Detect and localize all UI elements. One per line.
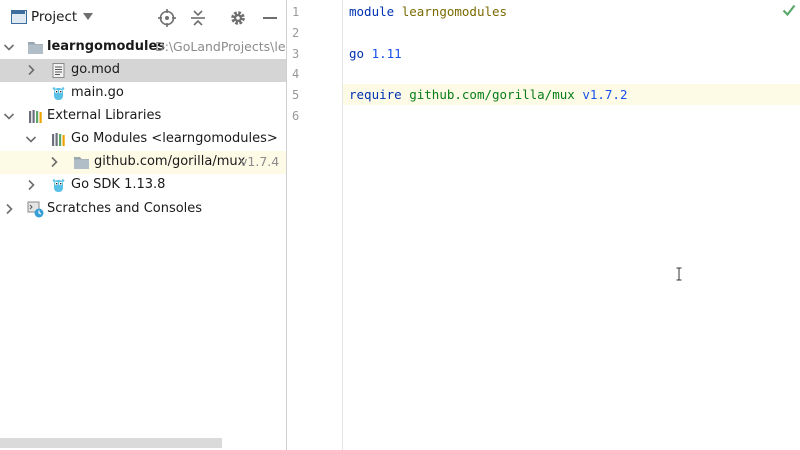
go-version: 1.11 [371,46,402,61]
code-line-5[interactable]: require github.com/gorilla/mux v1.7.2 [349,87,627,102]
tree-item-label: Scratches and Consoles [47,201,203,216]
expand-arrow-right-icon[interactable] [3,203,15,215]
tree-item-go-mod[interactable]: go.mod [0,59,286,82]
tree-item-label: go.mod [71,62,120,77]
gopher-icon [50,85,67,102]
folder-icon [27,39,44,56]
folder-icon [73,154,90,171]
require-keyword: require [349,87,402,102]
tree-item-go-modules[interactable]: Go Modules <learngomodules> [0,128,286,151]
module-name: learngomodules [401,4,508,19]
expand-arrow-right-icon[interactable] [25,179,37,191]
project-view-title[interactable]: Project [31,9,77,25]
code-editor[interactable] [287,0,800,450]
tree-item-label: learngomodules [47,39,165,54]
gopher-icon [50,177,67,194]
expand-arrow-down-icon[interactable] [3,41,15,53]
collapse-all-icon[interactable] [188,8,208,28]
tree-item-go-sdk[interactable]: Go SDK 1.13.8 [0,174,286,197]
project-view-icon [11,10,27,24]
project-tool-window-header: Project [0,0,286,36]
expand-arrow-down-icon[interactable] [3,110,15,122]
scratches-icon [27,201,44,218]
module-version: v1.7.2 [582,87,628,102]
tree-item-label: Go Modules <learngomodules> [71,131,278,146]
tree-item-external-libraries[interactable]: External Libraries [0,105,286,128]
text-cursor-icon [675,267,683,281]
go-mod-file-icon [50,62,67,79]
go-keyword: go [349,46,365,61]
tree-item-label: External Libraries [47,108,162,123]
gear-icon[interactable] [228,8,248,28]
library-icon [27,108,44,125]
tree-item-label: main.go [71,85,124,100]
code-line-1[interactable]: module learngomodules [349,4,507,19]
project-tool-window: Project learngomodules D:\GoLandProjects… [0,0,293,450]
minimize-icon[interactable] [260,8,280,28]
library-icon [50,131,67,148]
module-path: github.com/gorilla/mux [409,87,575,102]
project-path-hint: D:\GoLandProjects\lea [155,39,294,54]
code-line-3[interactable]: go 1.11 [349,46,402,61]
view-selector-dropdown-icon[interactable] [83,13,93,20]
tree-item-gorilla-mux[interactable]: github.com/gorilla/mux v1.7.4 [0,151,286,174]
tree-item-scratches[interactable]: Scratches and Consoles [0,198,286,221]
expand-arrow-down-icon[interactable] [25,133,37,145]
module-keyword: module [349,4,395,19]
module-version-hint: v1.7.4 [240,154,280,169]
expand-arrow-right-icon[interactable] [25,64,37,76]
tree-item-label: github.com/gorilla/mux [94,154,246,169]
expand-arrow-right-icon[interactable] [48,156,60,168]
tree-item-main-go[interactable]: main.go [0,82,286,105]
crosshair-icon[interactable] [157,8,177,28]
tree-item-learngomodules[interactable]: learngomodules D:\GoLandProjects\lea [0,36,293,59]
horizontal-scrollbar[interactable] [0,438,222,448]
checkmark-icon[interactable] [782,3,796,17]
tree-item-label: Go SDK 1.13.8 [71,177,166,192]
